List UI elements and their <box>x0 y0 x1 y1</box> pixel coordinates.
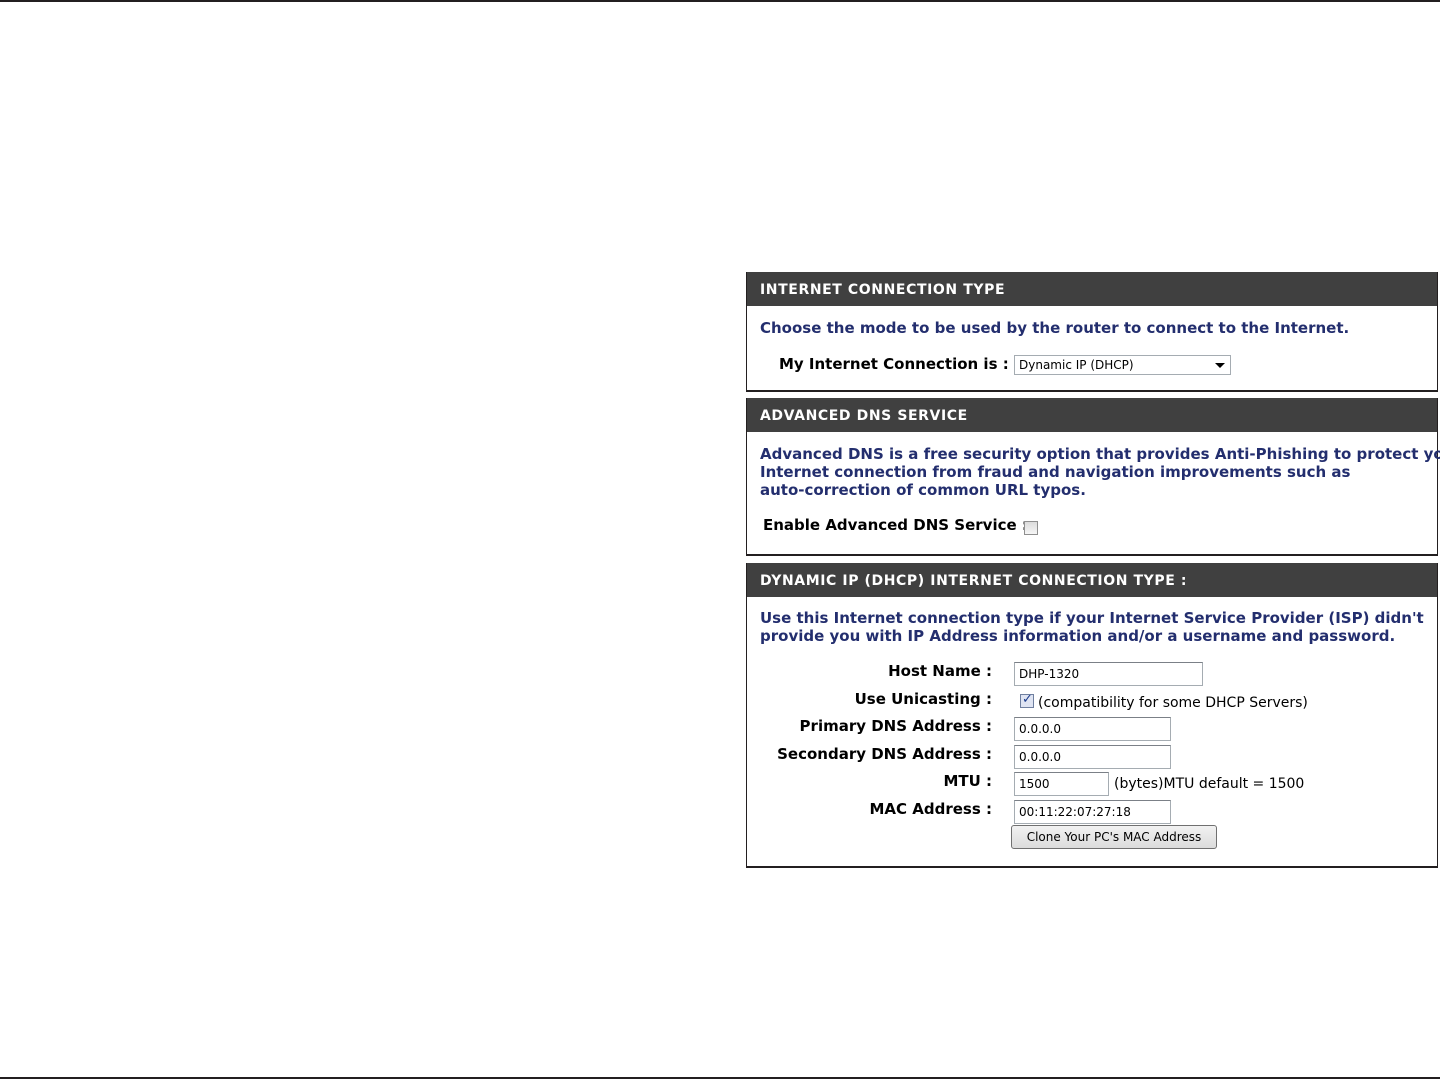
chevron-down-icon <box>1215 363 1225 368</box>
description-line: provide you with IP Address information … <box>760 627 1396 645</box>
primary-dns-input[interactable] <box>1014 717 1171 741</box>
mac-address-label: MAC Address : <box>869 800 993 818</box>
checkmark-icon: ✓ <box>1022 692 1033 707</box>
unicasting-label: Use Unicasting : <box>854 690 992 708</box>
section-description: Use this Internet connection type if you… <box>760 609 1424 645</box>
enable-dns-checkbox[interactable] <box>1024 521 1038 535</box>
panel-header: ADVANCED DNS SERVICE <box>747 398 1437 432</box>
mtu-input[interactable] <box>1014 772 1109 796</box>
secondary-dns-label: Secondary DNS Address : <box>777 745 992 763</box>
host-name-input[interactable] <box>1014 662 1203 686</box>
mtu-note: (bytes)MTU default = 1500 <box>1114 776 1305 792</box>
internet-connection-type-panel: INTERNET CONNECTION TYPE Choose the mode… <box>746 272 1438 392</box>
connection-type-value: Dynamic IP (DHCP) <box>1019 358 1134 372</box>
panel-header: INTERNET CONNECTION TYPE <box>747 272 1437 306</box>
connection-type-select[interactable]: Dynamic IP (DHCP) <box>1014 355 1231 375</box>
description-line: Advanced DNS is a free security option t… <box>760 445 1440 463</box>
unicasting-checkbox[interactable]: ✓ <box>1020 692 1034 708</box>
host-name-label: Host Name : <box>888 662 992 680</box>
clone-mac-button[interactable]: Clone Your PC's MAC Address <box>1011 825 1217 849</box>
connection-label: My Internet Connection is : <box>779 355 1009 373</box>
description-line: auto-correction of common URL typos. <box>760 481 1086 499</box>
mtu-label: MTU : <box>943 772 992 790</box>
bottom-rule <box>0 1077 1440 1079</box>
section-description: Choose the mode to be used by the router… <box>760 319 1350 337</box>
description-line: Internet connection from fraud and navig… <box>760 463 1351 481</box>
panel-header: DYNAMIC IP (DHCP) INTERNET CONNECTION TY… <box>747 563 1437 597</box>
mac-address-input[interactable] <box>1014 800 1171 824</box>
section-description: Advanced DNS is a free security option t… <box>760 445 1440 499</box>
secondary-dns-input[interactable] <box>1014 745 1171 769</box>
primary-dns-label: Primary DNS Address : <box>799 717 992 735</box>
dhcp-panel: DYNAMIC IP (DHCP) INTERNET CONNECTION TY… <box>746 563 1438 868</box>
enable-dns-label: Enable Advanced DNS Service : <box>763 516 1028 534</box>
unicasting-note: (compatibility for some DHCP Servers) <box>1038 695 1308 711</box>
description-line: Use this Internet connection type if you… <box>760 609 1424 627</box>
advanced-dns-panel: ADVANCED DNS SERVICE Advanced DNS is a f… <box>746 398 1440 556</box>
top-rule <box>0 0 1440 2</box>
